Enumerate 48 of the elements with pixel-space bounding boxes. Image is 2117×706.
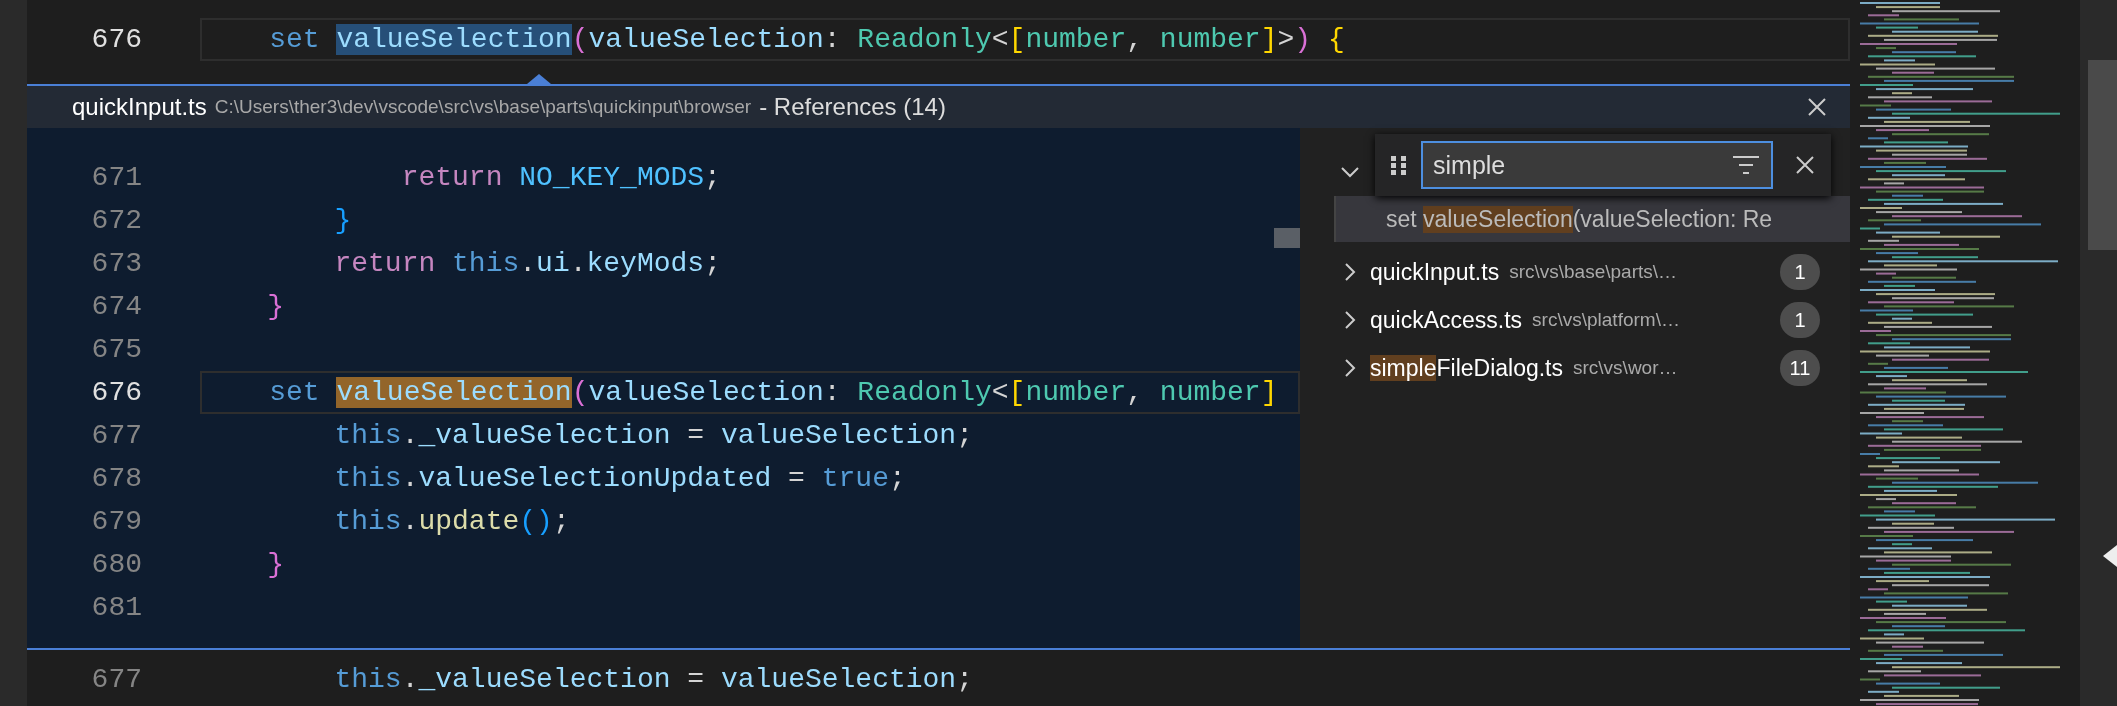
file-name: quickInput.ts	[1370, 258, 1500, 286]
code-line: this._valueSelection = valueSelection;	[333, 420, 973, 451]
line-number: 677	[90, 420, 143, 451]
drag-handle-icon[interactable]	[1389, 154, 1409, 176]
code-line: }	[266, 291, 284, 322]
line-number: 676	[90, 377, 143, 408]
file-row[interactable]: quickAccess.ts src\vs\platform\… 1	[1300, 296, 1850, 344]
line-number: 677	[90, 664, 143, 695]
filter-field[interactable]: simple	[1421, 141, 1773, 189]
file-row[interactable]: simpleFileDialog.ts src\vs\wor… 11	[1300, 344, 1850, 392]
code-line: set valueSelection(valueSelection: Readonly<[number, number]	[268, 377, 1278, 408]
reference-item[interactable]: set valueSelection(valueSelection: Re	[1334, 196, 1850, 242]
peek-title: - References (14)	[759, 93, 946, 121]
line-number: 680	[90, 549, 143, 580]
file-path: C:\Users\ther3\dev\vscode\src\vs\base\parts\quickinput\browser	[214, 96, 752, 118]
line-number: 675	[90, 334, 143, 365]
file-path: src\vs\platform\…	[1532, 309, 1680, 331]
file-name: quickAccess.ts	[1370, 306, 1523, 334]
code-line: this.valueSelectionUpdated = true;	[333, 463, 906, 494]
line-number: 672	[90, 205, 143, 236]
line-number: 673	[90, 248, 143, 279]
close-icon	[1806, 96, 1828, 118]
file-name: quickInput.ts	[72, 93, 207, 121]
scrollbar-thumb[interactable]	[2088, 60, 2117, 250]
count-badge: 1	[1780, 302, 1820, 338]
code-line: }	[333, 205, 352, 236]
code-line: set valueSelection(valueSelection: Readonly<[number, number]>) {	[268, 24, 1345, 55]
code-line: this._valueSelection = valueSelection;	[333, 664, 973, 695]
code-line: return NO_KEY_MODS;	[400, 162, 721, 193]
line-number: 678	[90, 463, 143, 494]
file-path: src\vs\base\parts\…	[1509, 261, 1678, 283]
line-number: 676	[90, 24, 143, 55]
file-row[interactable]: quickInput.ts src\vs\base\parts\… 1	[1300, 248, 1850, 296]
filter-icon[interactable]	[1731, 154, 1761, 176]
line-number: 679	[90, 506, 143, 537]
code-line: return this.ui.keyMods;	[333, 248, 721, 279]
code-line: this.update();	[333, 506, 570, 537]
close-icon	[1795, 155, 1815, 175]
scrollbar[interactable]	[1274, 228, 1300, 248]
line-number: 674	[90, 291, 143, 322]
triangle-icon	[2103, 545, 2117, 567]
count-badge: 11	[1780, 350, 1820, 386]
file-name: simpleFileDialog.ts	[1370, 354, 1563, 382]
line-number: 681	[90, 592, 143, 623]
file-path: src\vs\wor…	[1573, 357, 1678, 379]
count-badge: 1	[1780, 254, 1820, 290]
line-number: 671	[90, 162, 143, 193]
code-line: }	[266, 549, 284, 580]
